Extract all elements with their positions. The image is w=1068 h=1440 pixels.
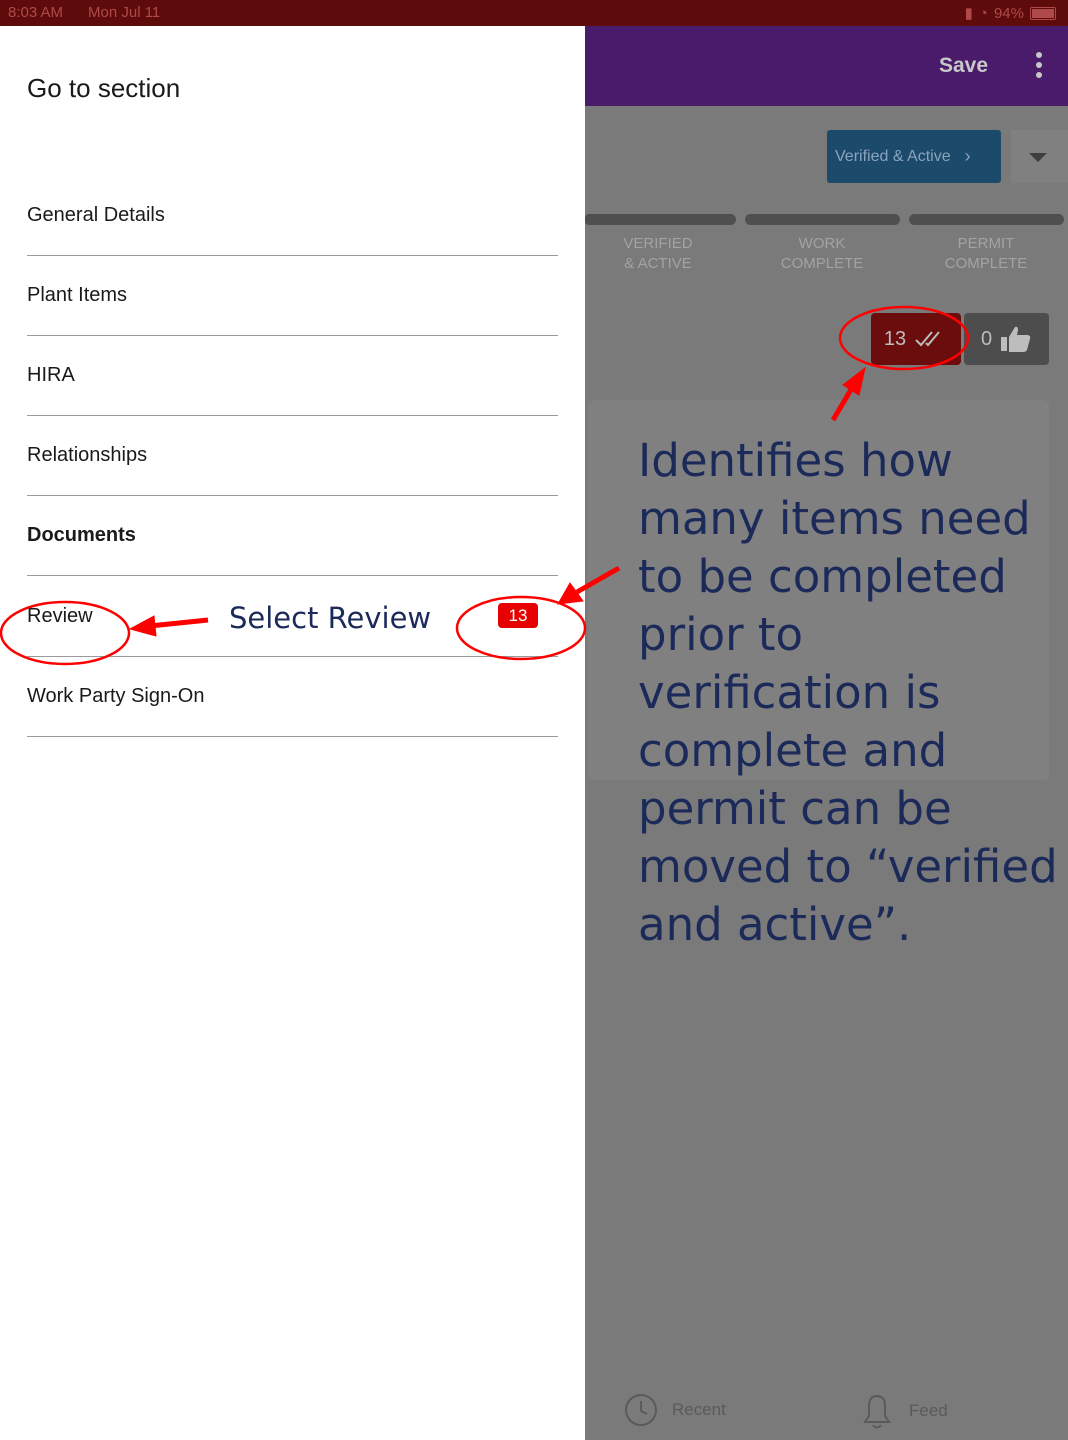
annotation-circle-count-badge <box>838 305 970 371</box>
annotation-arrow-to-badge <box>557 565 621 605</box>
annotation-circle-review <box>0 600 131 666</box>
annotation-callout: Identifies how many items need to be com… <box>638 434 1058 951</box>
annotation-arrow-to-count <box>830 366 866 422</box>
annotation-select-review: Select Review <box>229 601 432 635</box>
annotation-circle-review-badge <box>455 595 587 661</box>
annotation-arrow-to-review <box>128 615 209 637</box>
